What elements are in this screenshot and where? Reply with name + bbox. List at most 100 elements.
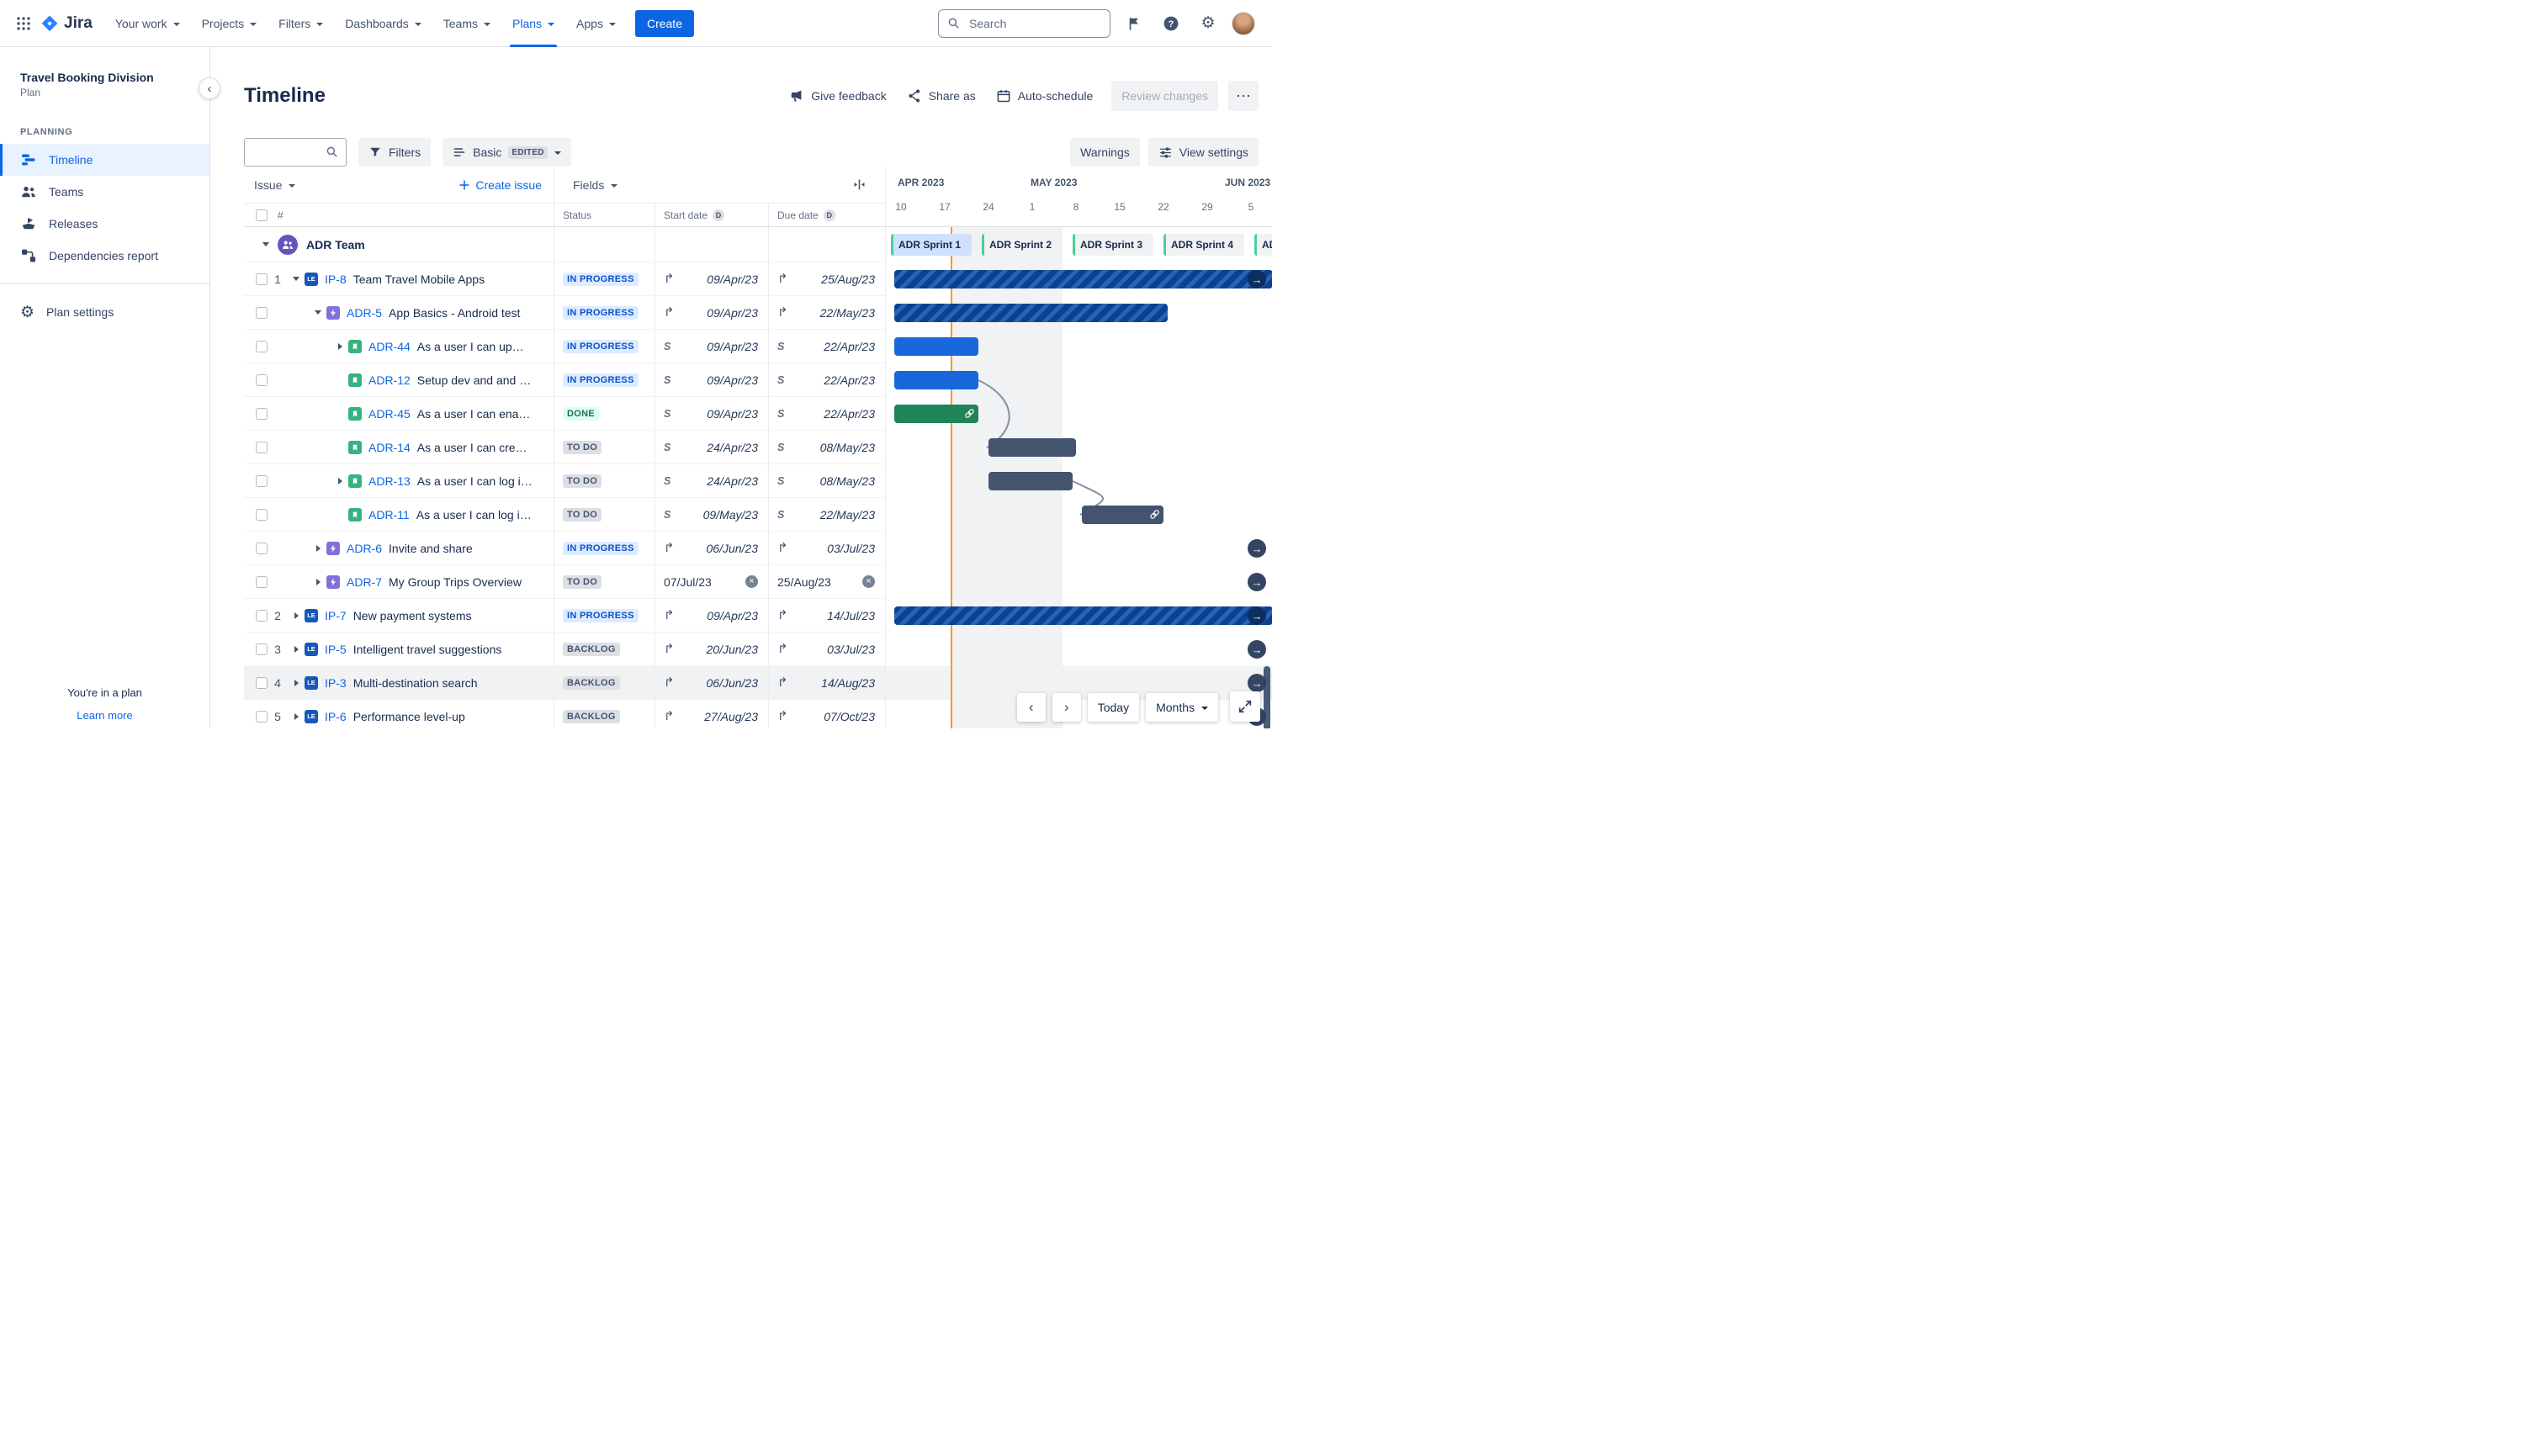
search-input[interactable]: [967, 15, 1085, 31]
nav-dashboards[interactable]: Dashboards: [334, 0, 432, 47]
row-checkbox[interactable]: [256, 306, 268, 319]
status-cell[interactable]: IN PROGRESS: [554, 262, 655, 295]
help-icon[interactable]: ?: [1158, 10, 1185, 37]
row-checkbox[interactable]: [256, 643, 268, 655]
due-date-cell[interactable]: S 22/May/23: [768, 498, 885, 531]
expand-chevron[interactable]: [310, 310, 326, 315]
issue-row-ADR-7[interactable]: ADR-7 My Group Trips Overview TO DO 07/Jul/…: [244, 565, 885, 599]
expand-chevron[interactable]: [288, 277, 305, 281]
nav-filters[interactable]: Filters: [268, 0, 334, 47]
nav-your-work[interactable]: Your work: [104, 0, 191, 47]
issue-row-ADR-11[interactable]: ADR-11 As a user I can log i… TO DO S 09/May…: [244, 498, 885, 532]
start-date-cell[interactable]: ↱ 06/Jun/23: [655, 666, 768, 699]
jira-logo[interactable]: Jira: [40, 14, 93, 33]
zoom-level-dropdown[interactable]: Months: [1146, 693, 1218, 722]
row-checkbox[interactable]: [256, 474, 268, 487]
bar-continues-arrow[interactable]: →: [1248, 270, 1266, 289]
row-checkbox[interactable]: [256, 575, 268, 588]
status-cell[interactable]: TO DO: [554, 565, 655, 598]
offscreen-bar-arrow[interactable]: →: [1248, 573, 1266, 591]
expand-chevron[interactable]: [288, 612, 305, 619]
issue-key-link[interactable]: IP-6: [325, 710, 347, 723]
global-search[interactable]: [938, 8, 1110, 38]
start-date-cell[interactable]: ↱ 06/Jun/23: [655, 532, 768, 564]
start-date-cell[interactable]: S 09/Apr/23: [655, 330, 768, 363]
sprint-chip[interactable]: ADR Sprint 4: [1163, 234, 1244, 256]
timeline-search-input[interactable]: [252, 145, 319, 161]
expand-chevron[interactable]: [331, 477, 348, 484]
status-cell[interactable]: IN PROGRESS: [554, 363, 655, 396]
start-date-cell[interactable]: ↱ 09/Apr/23: [655, 262, 768, 295]
issue-row-ADR-13[interactable]: ADR-13 As a user I can log i… TO DO S 24/Apr…: [244, 464, 885, 498]
issue-row-ADR-6[interactable]: ADR-6 Invite and share IN PROGRESS ↱ 06/Jun/…: [244, 532, 885, 565]
expand-chevron[interactable]: [288, 712, 305, 720]
issue-key-link[interactable]: IP-5: [325, 643, 347, 656]
issue-key-link[interactable]: ADR-11: [368, 508, 410, 522]
sidebar-collapse-button[interactable]: ‹: [199, 77, 220, 99]
issue-row-IP-7[interactable]: 2 LE IP-7 New payment systems IN PROGRESS ↱ 09…: [244, 599, 885, 633]
issue-key-link[interactable]: IP-7: [325, 609, 347, 622]
start-date-cell[interactable]: ↱ 09/Apr/23: [655, 599, 768, 632]
sprint-chip[interactable]: ADR Sprint 1: [891, 234, 972, 256]
gantt-bar-ADR-13[interactable]: [988, 472, 1073, 490]
status-cell[interactable]: IN PROGRESS: [554, 330, 655, 363]
issue-key-link[interactable]: ADR-7: [347, 575, 382, 589]
row-checkbox[interactable]: [256, 373, 268, 386]
filters-button[interactable]: Filters: [358, 138, 432, 167]
notifications-flag-icon[interactable]: [1121, 10, 1147, 37]
sidebar-item-dependencies-report[interactable]: Dependencies report: [0, 240, 209, 272]
view-settings-button[interactable]: View settings: [1147, 138, 1259, 167]
nav-plans[interactable]: Plans: [501, 0, 565, 47]
issue-key-link[interactable]: IP-3: [325, 676, 347, 690]
sidebar-item-releases[interactable]: Releases: [0, 208, 209, 240]
timeline-search[interactable]: [244, 138, 347, 167]
due-date-cell[interactable]: ↱ 25/Aug/23: [768, 262, 885, 295]
expand-chevron[interactable]: [288, 645, 305, 653]
settings-gear-icon[interactable]: ⚙: [1195, 10, 1222, 37]
start-date-cell[interactable]: ↱ 27/Aug/23: [655, 700, 768, 728]
bar-continues-arrow[interactable]: →: [1248, 606, 1266, 625]
expand-chevron[interactable]: [310, 544, 326, 552]
offscreen-bar-arrow[interactable]: →: [1248, 640, 1266, 659]
issue-column-header[interactable]: Issue: [254, 178, 282, 192]
create-issue-button[interactable]: Create issue: [458, 178, 543, 192]
status-cell[interactable]: IN PROGRESS: [554, 296, 655, 329]
issue-key-link[interactable]: ADR-44: [368, 340, 411, 353]
due-date-cell[interactable]: S 22/Apr/23: [768, 330, 885, 363]
more-options-button[interactable]: ⋯: [1228, 81, 1259, 112]
fullscreen-expand-button[interactable]: [1230, 691, 1260, 722]
due-date-cell[interactable]: ↱ 03/Jul/23: [768, 633, 885, 665]
app-switcher-icon[interactable]: [10, 10, 37, 37]
gantt-bar-ADR-45[interactable]: [894, 405, 978, 423]
start-date-cell[interactable]: ↱ 20/Jun/23: [655, 633, 768, 665]
status-cell[interactable]: BACKLOG: [554, 666, 655, 699]
issue-key-link[interactable]: IP-8: [325, 273, 347, 286]
due-date-cell[interactable]: ↱ 14/Jul/23: [768, 599, 885, 632]
offscreen-bar-arrow[interactable]: →: [1248, 539, 1266, 558]
issue-row-IP-3[interactable]: 4 LE IP-3 Multi-destination search BACKLOG ↱ 0…: [244, 666, 885, 700]
issue-key-link[interactable]: ADR-12: [368, 373, 411, 387]
start-date-cell[interactable]: S 09/May/23: [655, 498, 768, 531]
remove-date-icon[interactable]: ×: [745, 575, 758, 588]
due-date-cell[interactable]: S 08/May/23: [768, 464, 885, 497]
status-cell[interactable]: IN PROGRESS: [554, 532, 655, 564]
due-date-cell[interactable]: ↱ 22/May/23: [768, 296, 885, 329]
vertical-scrollbar[interactable]: [1264, 666, 1270, 728]
today-button[interactable]: Today: [1087, 693, 1140, 722]
row-checkbox[interactable]: [256, 441, 268, 453]
gantt-bar-ADR-11[interactable]: [1082, 506, 1163, 524]
nav-teams[interactable]: Teams: [432, 0, 501, 47]
issue-row-ADR-45[interactable]: ADR-45 As a user I can ena… DONE S 09/Apr/23…: [244, 397, 885, 431]
status-cell[interactable]: BACKLOG: [554, 633, 655, 665]
issue-row-ADR-12[interactable]: ADR-12 Setup dev and and … IN PROGRESS S 09/…: [244, 363, 885, 397]
issue-key-link[interactable]: ADR-45: [368, 407, 411, 421]
issue-key-link[interactable]: ADR-5: [347, 306, 382, 320]
issue-row-IP-8[interactable]: 1 LE IP-8 Team Travel Mobile Apps IN PROGRES…: [244, 262, 885, 296]
gantt-bar-ADR-12[interactable]: [894, 371, 978, 389]
auto-schedule-button[interactable]: Auto-schedule: [988, 81, 1102, 111]
row-checkbox[interactable]: [256, 710, 268, 723]
gantt-bar-ADR-44[interactable]: [894, 337, 978, 356]
remove-date-icon[interactable]: ×: [862, 575, 875, 588]
due-date-cell[interactable]: ↱ 07/Oct/23: [768, 700, 885, 728]
scroll-left-button[interactable]: ‹: [1016, 693, 1046, 722]
